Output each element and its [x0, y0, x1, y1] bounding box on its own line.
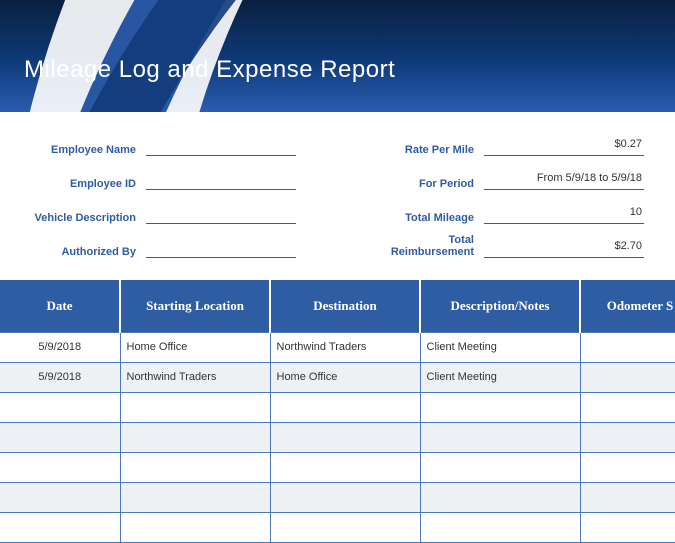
input-authorized-by[interactable] — [146, 240, 296, 258]
label-authorized-by: Authorized By — [28, 246, 146, 258]
label-employee-id: Employee ID — [28, 178, 146, 190]
cell-odo[interactable] — [580, 422, 675, 452]
field-for-period: For Period From 5/9/18 to 5/9/18 — [366, 168, 644, 190]
cell-date[interactable] — [0, 392, 120, 422]
col-header-odometer: Odometer S — [580, 280, 675, 332]
cell-start[interactable] — [120, 482, 270, 512]
cell-desc[interactable] — [420, 512, 580, 542]
cell-dest[interactable] — [270, 422, 420, 452]
label-vehicle-description: Vehicle Description — [28, 212, 146, 224]
cell-odo[interactable] — [580, 392, 675, 422]
label-rate-per-mile: Rate Per Mile — [366, 144, 484, 156]
field-employee-name: Employee Name — [28, 134, 296, 156]
cell-start[interactable] — [120, 422, 270, 452]
cell-desc[interactable] — [420, 482, 580, 512]
cell-start[interactable] — [120, 512, 270, 542]
cell-dest[interactable]: Home Office — [270, 362, 420, 392]
table-row — [0, 482, 675, 512]
table-row: 5/9/2018 Northwind Traders Home Office C… — [0, 362, 675, 392]
cell-odo[interactable] — [580, 482, 675, 512]
cell-desc[interactable] — [420, 422, 580, 452]
cell-dest[interactable]: Northwind Traders — [270, 332, 420, 362]
field-rate-per-mile: Rate Per Mile $0.27 — [366, 134, 644, 156]
value-rate-per-mile[interactable]: $0.27 — [484, 138, 644, 156]
mileage-table: Date Starting Location Destination Descr… — [0, 280, 675, 543]
page-title: Mileage Log and Expense Report — [24, 56, 395, 84]
cell-desc[interactable] — [420, 452, 580, 482]
field-total-mileage: Total Mileage 10 — [366, 202, 644, 224]
input-employee-name[interactable] — [146, 138, 296, 156]
col-header-destination: Destination — [270, 280, 420, 332]
cell-start[interactable]: Northwind Traders — [120, 362, 270, 392]
col-header-description: Description/Notes — [420, 280, 580, 332]
cell-dest[interactable] — [270, 482, 420, 512]
label-total-reimbursement: Total Reimbursement — [366, 234, 484, 258]
input-employee-id[interactable] — [146, 172, 296, 190]
cell-odo[interactable] — [580, 512, 675, 542]
table-row — [0, 512, 675, 542]
input-vehicle-description[interactable] — [146, 206, 296, 224]
meta-section: Employee Name Employee ID Vehicle Descri… — [0, 112, 675, 268]
table-row: 5/9/2018 Home Office Northwind Traders C… — [0, 332, 675, 362]
header-banner: Mileage Log and Expense Report — [0, 0, 675, 112]
meta-left-column: Employee Name Employee ID Vehicle Descri… — [28, 134, 296, 258]
table-body: 5/9/2018 Home Office Northwind Traders C… — [0, 332, 675, 542]
cell-date[interactable] — [0, 482, 120, 512]
field-vehicle-description: Vehicle Description — [28, 202, 296, 224]
cell-odo[interactable] — [580, 452, 675, 482]
cell-date[interactable]: 5/9/2018 — [0, 332, 120, 362]
cell-dest[interactable] — [270, 392, 420, 422]
cell-date[interactable] — [0, 512, 120, 542]
table-header-row: Date Starting Location Destination Descr… — [0, 280, 675, 332]
cell-start[interactable] — [120, 392, 270, 422]
cell-date[interactable] — [0, 452, 120, 482]
meta-right-column: Rate Per Mile $0.27 For Period From 5/9/… — [366, 134, 644, 258]
col-header-date: Date — [0, 280, 120, 332]
cell-desc[interactable]: Client Meeting — [420, 332, 580, 362]
value-total-reimbursement: $2.70 — [484, 240, 644, 258]
cell-date[interactable] — [0, 422, 120, 452]
col-header-starting-location: Starting Location — [120, 280, 270, 332]
field-total-reimbursement: Total Reimbursement $2.70 — [366, 236, 644, 258]
value-for-period[interactable]: From 5/9/18 to 5/9/18 — [484, 172, 644, 190]
cell-odo[interactable] — [580, 332, 675, 362]
label-total-mileage: Total Mileage — [366, 212, 484, 224]
label-for-period: For Period — [366, 178, 484, 190]
field-employee-id: Employee ID — [28, 168, 296, 190]
cell-desc[interactable]: Client Meeting — [420, 362, 580, 392]
cell-date[interactable]: 5/9/2018 — [0, 362, 120, 392]
cell-dest[interactable] — [270, 452, 420, 482]
table-row — [0, 452, 675, 482]
cell-start[interactable]: Home Office — [120, 332, 270, 362]
table-row — [0, 422, 675, 452]
table-row — [0, 392, 675, 422]
cell-start[interactable] — [120, 452, 270, 482]
cell-odo[interactable] — [580, 362, 675, 392]
cell-dest[interactable] — [270, 512, 420, 542]
label-employee-name: Employee Name — [28, 144, 146, 156]
cell-desc[interactable] — [420, 392, 580, 422]
value-total-mileage: 10 — [484, 206, 644, 224]
field-authorized-by: Authorized By — [28, 236, 296, 258]
